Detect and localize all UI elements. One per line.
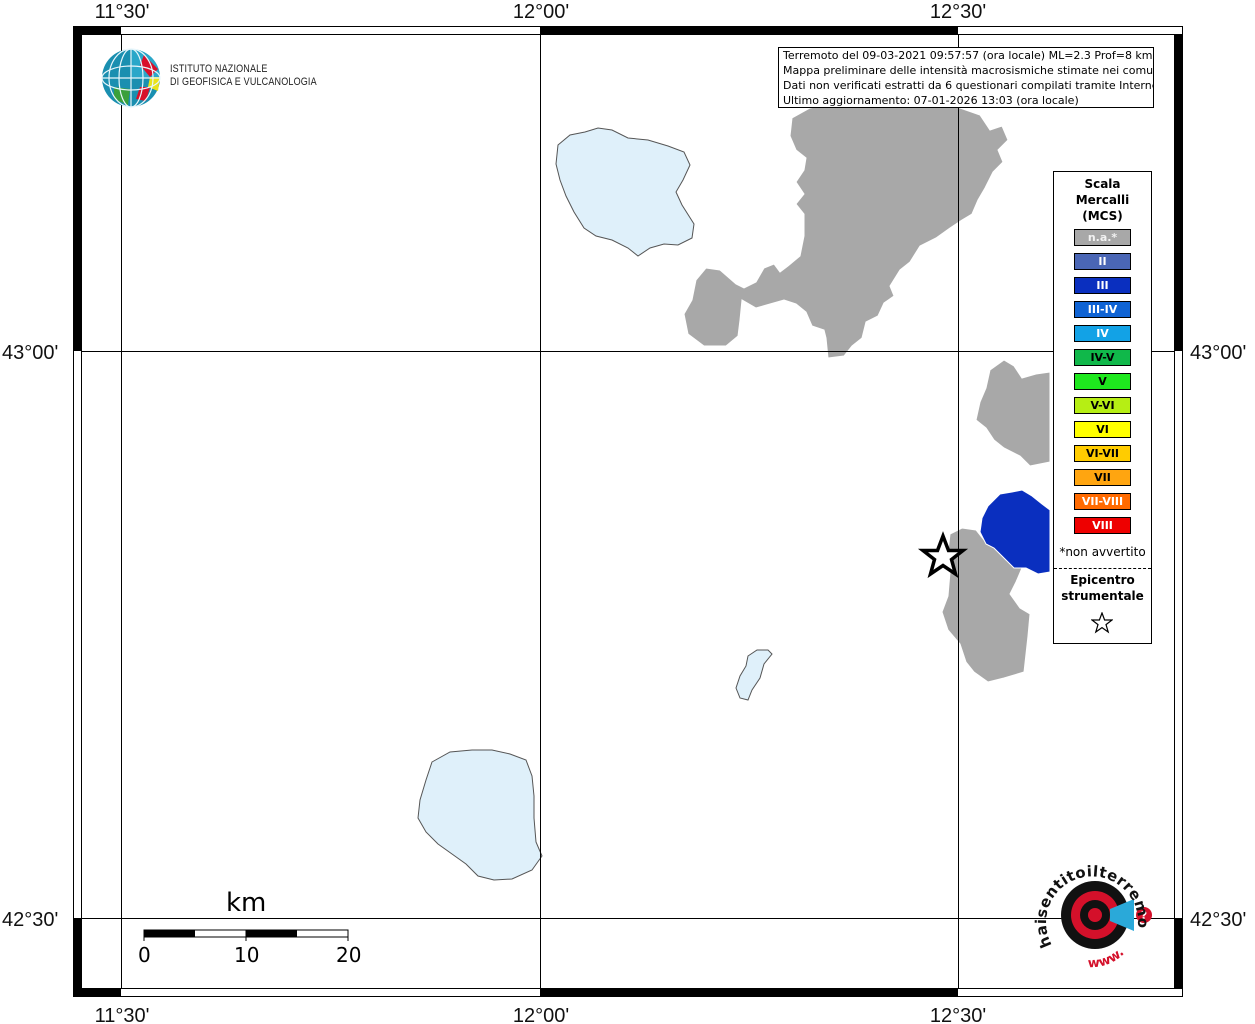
haisentito-logo-www: www. <box>1087 945 1127 971</box>
lon-label-bottom-1200: 12°00' <box>513 1005 569 1024</box>
ingv-logo-line1: ISTITUTO NAZIONALE <box>170 63 268 75</box>
legend-note: *non avvertito <box>1059 545 1146 559</box>
scale-bar-title: km <box>226 888 267 918</box>
legend-swatch-iv: IV <box>1074 325 1131 342</box>
ingv-logo-line2: DI GEOFISICA E VULCANOLOGIA <box>170 76 317 88</box>
lon-label-top-1200: 12°00' <box>513 1 569 23</box>
legend-separator <box>1054 568 1151 569</box>
legend-star-icon <box>1091 612 1113 634</box>
legend-swatch-vi-vii: VI-VII <box>1074 445 1131 462</box>
legend-swatch-iii-iv: III-IV <box>1074 301 1131 318</box>
legend-swatch-iv-v: IV-V <box>1074 349 1131 366</box>
legend-swatch-vii-viii: VII-VIII <box>1074 493 1131 510</box>
lon-label-bottom-1130: 11°30' <box>95 1005 150 1024</box>
scale-bar-label-20: 20 <box>336 943 362 967</box>
event-info-line-1: Terremoto del 09-03-2021 09:57:57 (ora l… <box>783 49 1153 62</box>
scale-bar-label-10: 10 <box>234 943 260 967</box>
legend-swatch-vi: VI <box>1074 421 1131 438</box>
legend-title-line1: Scala <box>1084 177 1121 191</box>
ingv-globe-icon <box>101 48 161 108</box>
lon-label-top-1230: 12°30' <box>930 1 986 23</box>
event-info-line-2: Mappa preliminare delle intensità macros… <box>783 64 1154 77</box>
legend-swatch-ii: II <box>1074 253 1131 270</box>
haisentito-logo: ? haisentitoilterremoto.it www. <box>1030 855 1152 971</box>
legend-swatch-viii: VIII <box>1074 517 1131 534</box>
lat-label-right-4300: 43°00' <box>1190 342 1246 364</box>
legend-epicentre-line1: Epicentro <box>1070 573 1135 587</box>
lon-label-bottom-1230: 12°30' <box>930 1005 986 1024</box>
legend-swatch-v: V <box>1074 373 1131 390</box>
legend-title-line3: (MCS) <box>1082 209 1123 223</box>
lat-label-left-4300: 43°00' <box>2 342 58 364</box>
legend-title: Scala Mercalli (MCS) <box>1054 176 1151 224</box>
scale-bar-label-0: 0 <box>138 943 151 967</box>
legend-epicentre-line2: strumentale <box>1061 589 1144 603</box>
intensity-legend: Scala Mercalli (MCS) n.a.* II III III-IV IV I… <box>1053 171 1152 644</box>
lon-label-top-1130: 11°30' <box>95 1 150 23</box>
legend-title-line2: Mercalli <box>1075 193 1130 207</box>
legend-swatch-vii: VII <box>1074 469 1131 486</box>
event-info-box: Terremoto del 09-03-2021 09:57:57 (ora l… <box>778 47 1154 108</box>
legend-swatch-n-a: n.a.* <box>1074 229 1131 246</box>
lat-label-left-4230: 42°30' <box>2 909 58 931</box>
legend-swatch-v-vi: V-VI <box>1074 397 1131 414</box>
event-info-line-3: Dati non verificati estratti da 6 questi… <box>783 79 1154 92</box>
lat-label-right-4230: 42°30' <box>1190 909 1246 931</box>
event-info-line-4: Ultimo aggiornamento: 07-01-2026 13:03 (… <box>783 94 1079 107</box>
legend-swatch-iii: III <box>1074 277 1131 294</box>
ingv-logo-text: ISTITUTO NAZIONALE DI GEOFISICA E VULCAN… <box>170 63 317 89</box>
legend-epicentre-label: Epicentro strumentale <box>1054 572 1151 604</box>
